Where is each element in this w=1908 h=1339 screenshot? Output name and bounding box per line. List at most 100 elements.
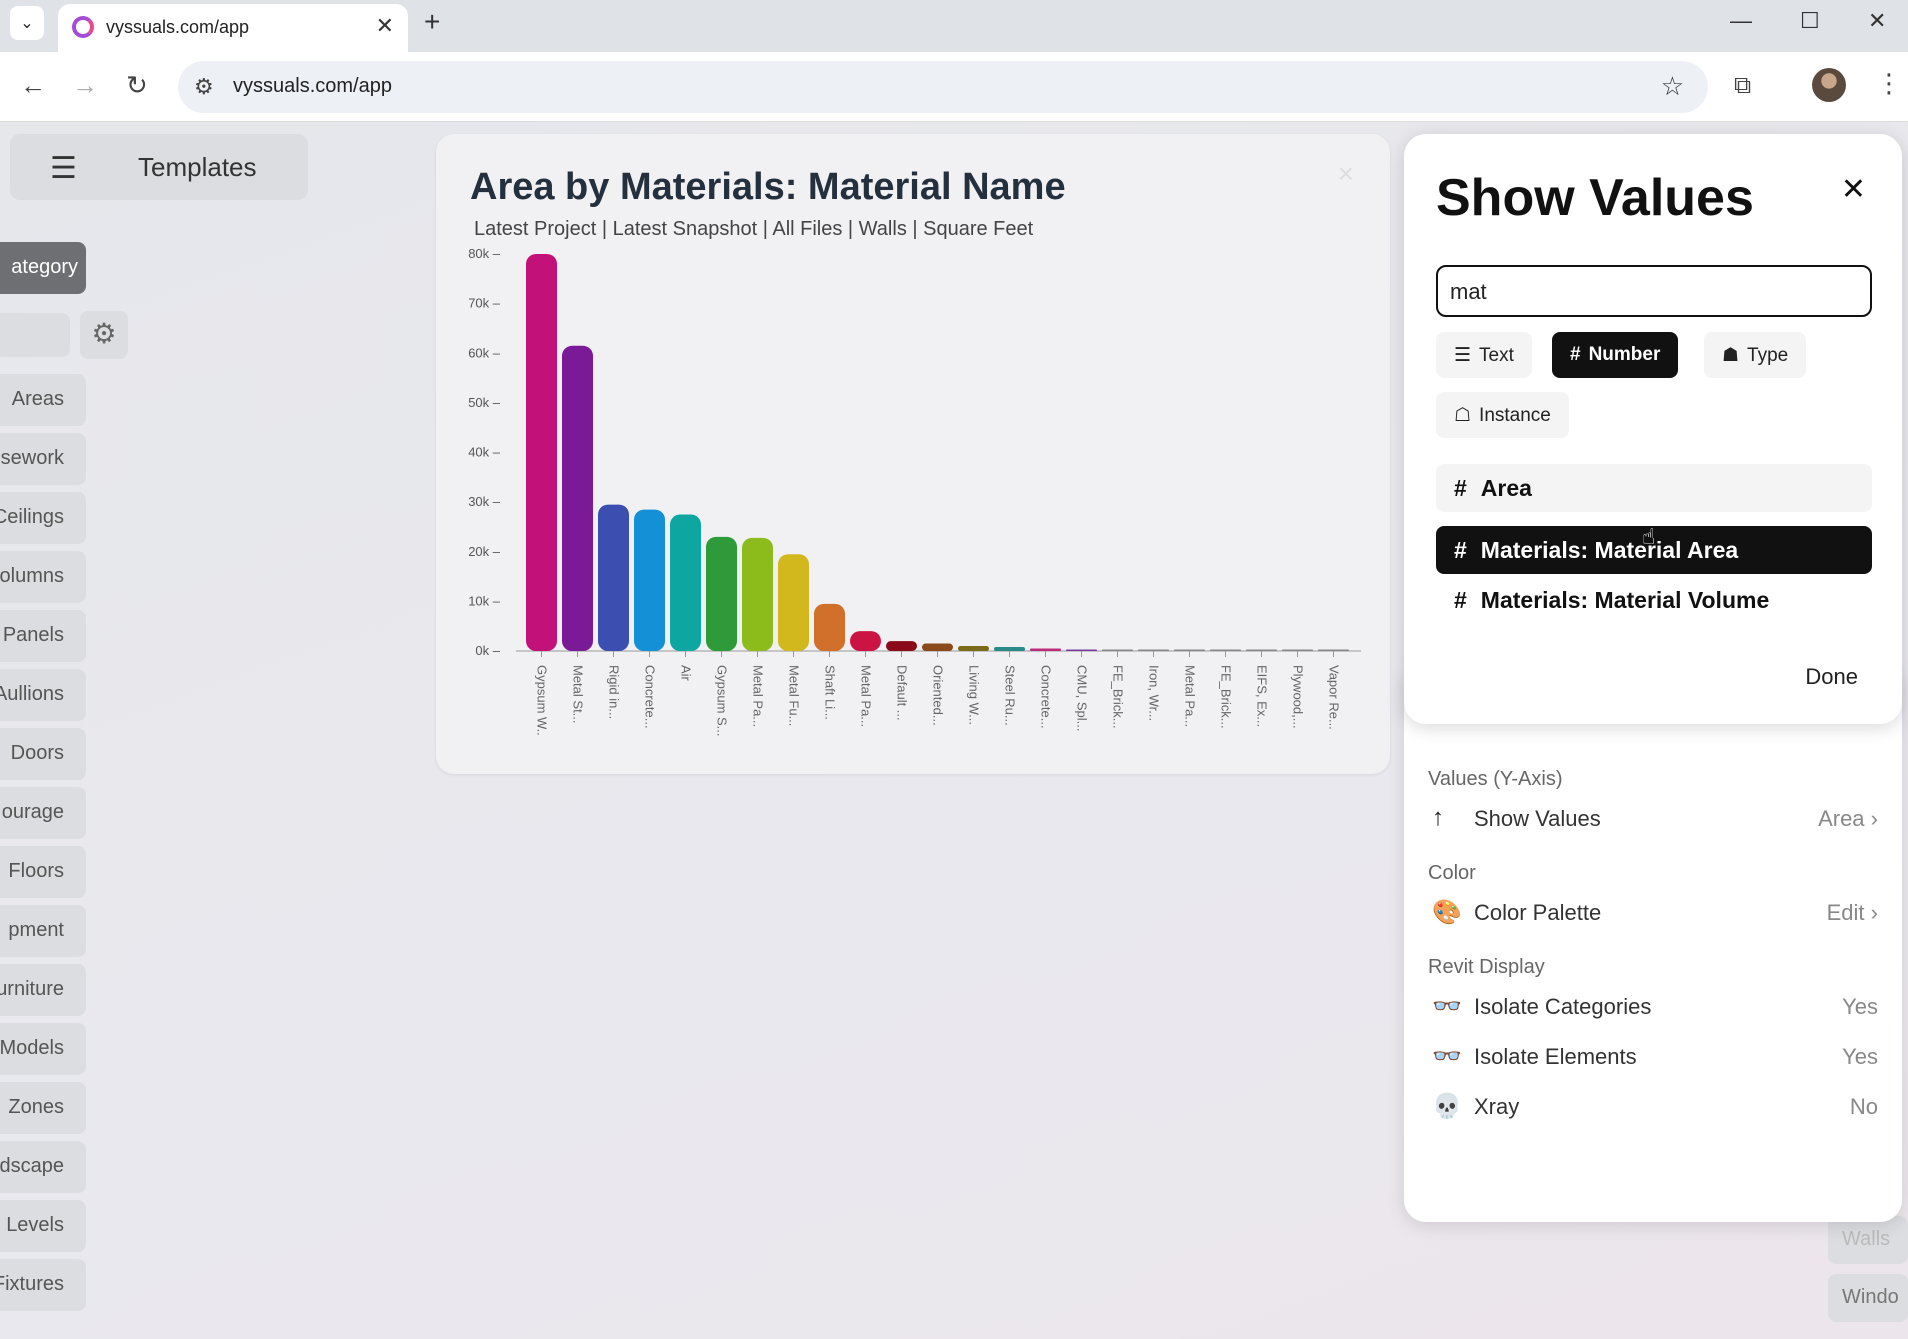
x-tick-label: Plywood,...: [1291, 665, 1306, 729]
bar[interactable]: [742, 537, 773, 651]
x-tick-label: Steel Ru...: [1003, 665, 1018, 726]
close-icon[interactable]: ✕: [1841, 172, 1866, 207]
bar[interactable]: [670, 514, 701, 651]
option-material-volume[interactable]: # Materials: Material Volume: [1436, 576, 1872, 624]
bar[interactable]: [778, 554, 809, 651]
filter-chip-number[interactable]: # Number: [1552, 332, 1679, 378]
category-button[interactable]: ategory: [0, 242, 86, 294]
browser-toolbar: ← → ↻ ⚙ vyssuals.com/app ☆ ⧉ ⋮: [0, 52, 1908, 122]
bookmark-star-icon[interactable]: ☆: [1661, 71, 1684, 102]
show-values-row[interactable]: ↑ Show Values Area ›: [1428, 802, 1878, 838]
category-item[interactable]: sework: [0, 433, 86, 485]
templates-title[interactable]: Templates: [138, 152, 257, 183]
bar[interactable]: [598, 504, 629, 651]
isolate-categories-row[interactable]: 👓 Isolate Categories Yes: [1428, 990, 1878, 1026]
x-tick-label: Gypsum W..: [535, 665, 550, 736]
x-tick-label: Metal St...: [571, 665, 586, 724]
bar[interactable]: [634, 509, 665, 651]
forward-icon[interactable]: →: [72, 70, 98, 101]
walls-pill[interactable]: Walls: [1828, 1216, 1908, 1264]
isolate-elements-row[interactable]: 👓 Isolate Elements Yes: [1428, 1040, 1878, 1076]
category-item[interactable]: pment: [0, 905, 86, 957]
category-item[interactable]: Areas: [0, 374, 86, 426]
site-info-icon[interactable]: ⚙: [194, 74, 214, 100]
isolate-elements-label: Isolate Elements: [1474, 1044, 1637, 1069]
bar[interactable]: [922, 643, 953, 651]
y-tick-label: 40k –: [468, 445, 501, 460]
close-window-icon[interactable]: ✕: [1868, 8, 1886, 34]
bar[interactable]: [526, 254, 557, 651]
category-item[interactable]: olumns: [0, 551, 86, 603]
extensions-icon[interactable]: ⧉: [1734, 72, 1751, 100]
revit-section-label: Revit Display: [1428, 956, 1545, 978]
windows-pill[interactable]: Windo: [1828, 1274, 1908, 1322]
isolate-categories-value: Yes: [1842, 994, 1878, 1019]
tab-search-button[interactable]: ⌄: [10, 6, 44, 40]
bar[interactable]: [958, 646, 989, 651]
bar[interactable]: [886, 641, 917, 651]
filter-chip-instance[interactable]: ☖ Instance: [1436, 392, 1569, 438]
isolate-elements-value: Yes: [1842, 1044, 1878, 1069]
xray-row[interactable]: 💀 Xray No: [1428, 1090, 1878, 1126]
category-item[interactable]: ourage: [0, 787, 86, 839]
done-button[interactable]: Done: [1805, 664, 1858, 690]
bar[interactable]: [1138, 649, 1169, 652]
option-area[interactable]: # Area: [1436, 464, 1872, 512]
x-tick-label: Living W...: [967, 665, 982, 725]
profile-avatar[interactable]: [1812, 68, 1846, 102]
search-input[interactable]: mat: [1436, 265, 1872, 317]
category-item[interactable]: dscape: [0, 1141, 86, 1193]
bar[interactable]: [1174, 649, 1205, 652]
x-tick-label: Oriented...: [931, 665, 946, 726]
browser-tab[interactable]: vyssuals.com/app ✕: [58, 4, 408, 52]
bar[interactable]: [1066, 649, 1097, 652]
category-item[interactable]: Fixtures: [0, 1259, 86, 1311]
category-item[interactable]: Zones: [0, 1082, 86, 1134]
glasses-icon: 👓: [1432, 993, 1462, 1020]
hamburger-menu-icon[interactable]: ☰: [50, 151, 77, 186]
category-item[interactable]: urniture: [0, 964, 86, 1016]
gear-icon[interactable]: ⚙: [80, 311, 128, 359]
bar[interactable]: [1282, 649, 1313, 652]
category-item[interactable]: Panels: [0, 610, 86, 662]
x-tick-label: EIFS, Ex...: [1255, 665, 1270, 727]
address-bar[interactable]: ⚙ vyssuals.com/app ☆: [178, 61, 1708, 113]
category-item[interactable]: Doors: [0, 728, 86, 780]
browser-menu-icon[interactable]: ⋮: [1876, 68, 1902, 99]
filter-chip-type[interactable]: ☗ Type: [1704, 332, 1807, 378]
maximize-icon[interactable]: ☐: [1800, 8, 1820, 34]
reload-icon[interactable]: ↻: [126, 70, 148, 101]
category-item[interactable]: Levels: [0, 1200, 86, 1252]
filter-chip-text[interactable]: ☰ Text: [1436, 332, 1532, 378]
hash-icon: #: [1454, 537, 1467, 563]
category-item[interactable]: Models: [0, 1023, 86, 1075]
bar[interactable]: [850, 631, 881, 651]
bar[interactable]: [814, 603, 845, 651]
category-item[interactable]: Aullions: [0, 669, 86, 721]
bar[interactable]: [1102, 649, 1133, 652]
back-icon[interactable]: ←: [20, 70, 46, 101]
bar[interactable]: [1246, 649, 1277, 652]
x-tick-label: Rigid in...: [607, 665, 622, 719]
bar[interactable]: [706, 536, 737, 651]
bar[interactable]: [562, 345, 593, 651]
chart-card: Area by Materials: Material Name Latest …: [436, 134, 1390, 774]
bar[interactable]: [1030, 648, 1061, 651]
color-palette-row[interactable]: 🎨 Color Palette Edit ›: [1428, 896, 1878, 932]
site-favicon-icon: [72, 16, 94, 38]
category-item[interactable]: Ceilings: [0, 492, 86, 544]
show-values-title: Show Values: [1436, 169, 1754, 227]
templates-bar: ☰ Templates: [10, 134, 308, 200]
new-tab-icon[interactable]: +: [424, 6, 440, 38]
category-filter-input[interactable]: [0, 313, 70, 357]
mouse-cursor-icon: ☝: [1642, 524, 1656, 549]
bar[interactable]: [1318, 649, 1349, 652]
x-tick-label: Gypsum S...: [715, 665, 730, 737]
bar[interactable]: [994, 647, 1025, 651]
url-text[interactable]: vyssuals.com/app: [233, 75, 392, 98]
bar[interactable]: [1210, 649, 1241, 652]
close-tab-icon[interactable]: ✕: [376, 13, 394, 39]
category-item[interactable]: Floors: [0, 846, 86, 898]
x-tick-label: Vapor Re...: [1327, 665, 1342, 730]
minimize-icon[interactable]: —: [1730, 8, 1752, 34]
